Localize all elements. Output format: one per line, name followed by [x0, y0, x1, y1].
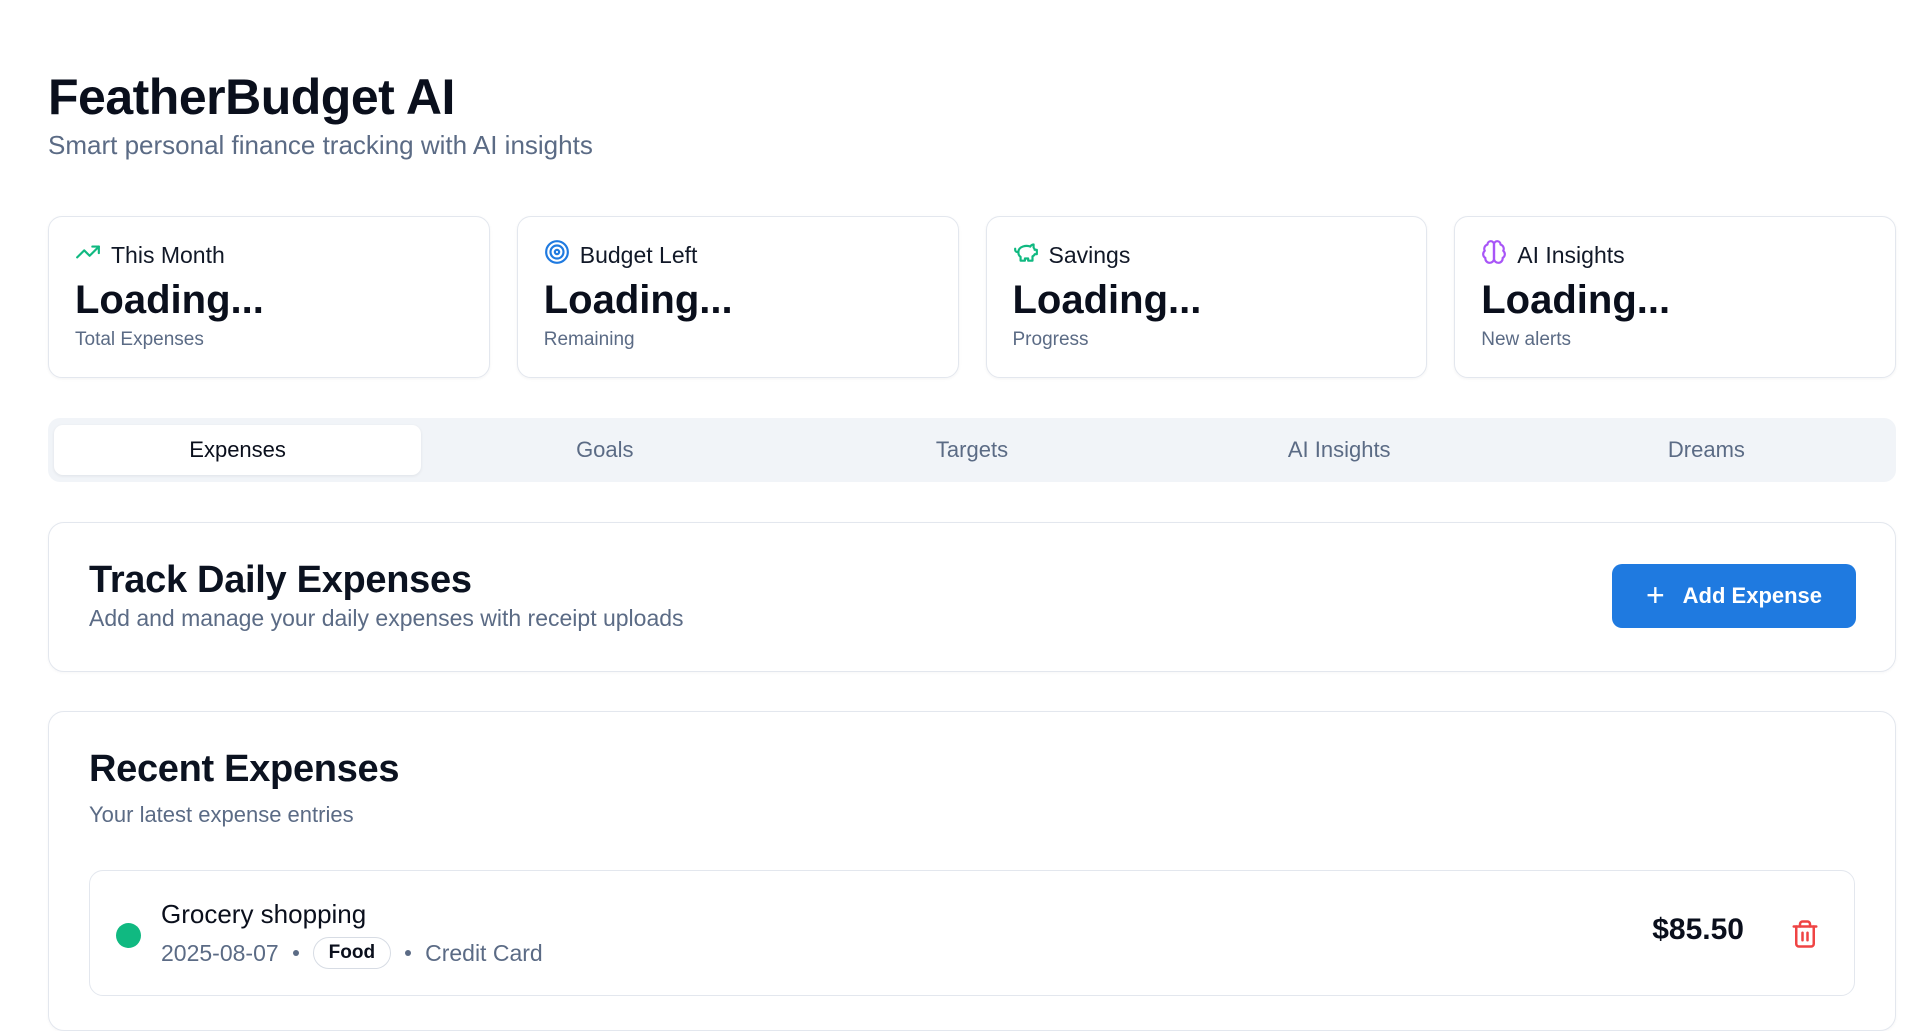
expense-date: 2025-08-07 — [161, 939, 279, 966]
stat-card-this-month: This Month Loading... Total Expenses — [48, 216, 490, 378]
stat-label: This Month — [111, 241, 225, 268]
stat-card-ai-insights: AI Insights Loading... New alerts — [1454, 216, 1896, 378]
trash-icon[interactable] — [1790, 919, 1820, 949]
stats-row: This Month Loading... Total Expenses Bud… — [48, 216, 1896, 378]
target-icon — [544, 239, 570, 271]
category-badge: Food — [312, 937, 392, 969]
add-expense-button[interactable]: + Add Expense — [1612, 564, 1856, 628]
stat-note: Total Expenses — [75, 329, 204, 350]
stat-card-budget-left: Budget Left Loading... Remaining — [516, 216, 959, 378]
trending-up-icon — [75, 239, 101, 271]
track-expenses-panel: Track Daily Expenses Add and manage your… — [48, 522, 1896, 672]
app-subtitle: Smart personal finance tracking with AI … — [48, 130, 593, 160]
main-tabs: Expenses Goals Targets AI Insights Dream… — [48, 418, 1896, 482]
tab-ai-insights[interactable]: AI Insights — [1156, 425, 1523, 475]
stat-note: Progress — [1012, 329, 1089, 350]
stat-value: Loading... — [1481, 278, 1671, 322]
stat-note: Remaining — [543, 329, 635, 350]
stat-label: AI Insights — [1517, 241, 1625, 268]
stat-value: Loading... — [75, 278, 264, 322]
piggy-bank-icon — [1013, 239, 1039, 271]
recent-subtitle: Your latest expense entries — [89, 802, 354, 827]
stat-value: Loading... — [1012, 278, 1202, 322]
recent-expenses-panel: Recent Expenses Your latest expense entr… — [48, 711, 1896, 1031]
brain-icon — [1481, 239, 1507, 271]
add-expense-label: Add Expense — [1682, 583, 1823, 608]
plus-icon: + — [1645, 576, 1665, 613]
tab-expenses[interactable]: Expenses — [54, 425, 422, 475]
list-item: Grocery shopping 2025-08-07 Food Credit … — [89, 870, 1855, 996]
track-title: Track Daily Expenses — [89, 559, 472, 601]
stat-value: Loading... — [543, 278, 733, 322]
separator-dot — [405, 950, 412, 956]
stat-label: Savings — [1048, 241, 1131, 268]
payment-method: Credit Card — [425, 939, 543, 966]
category-dot — [116, 923, 141, 948]
stat-note: New alerts — [1481, 329, 1571, 350]
stat-card-savings: Savings Loading... Progress — [985, 216, 1428, 378]
page-header: FeatherBudget AI Smart personal finance … — [48, 66, 593, 161]
expense-amount: $85.50 — [1652, 913, 1744, 946]
expense-meta: 2025-08-07 Food Credit Card — [161, 937, 543, 969]
tab-dreams[interactable]: Dreams — [1523, 425, 1890, 475]
tab-goals[interactable]: Goals — [421, 425, 788, 475]
separator-dot — [292, 950, 299, 956]
stat-label: Budget Left — [579, 241, 698, 268]
recent-title: Recent Expenses — [89, 748, 400, 790]
tab-targets[interactable]: Targets — [788, 425, 1155, 475]
track-subtitle: Add and manage your daily expenses with … — [89, 605, 684, 631]
expense-title: Grocery shopping — [161, 899, 367, 929]
app-title: FeatherBudget AI — [48, 69, 455, 125]
